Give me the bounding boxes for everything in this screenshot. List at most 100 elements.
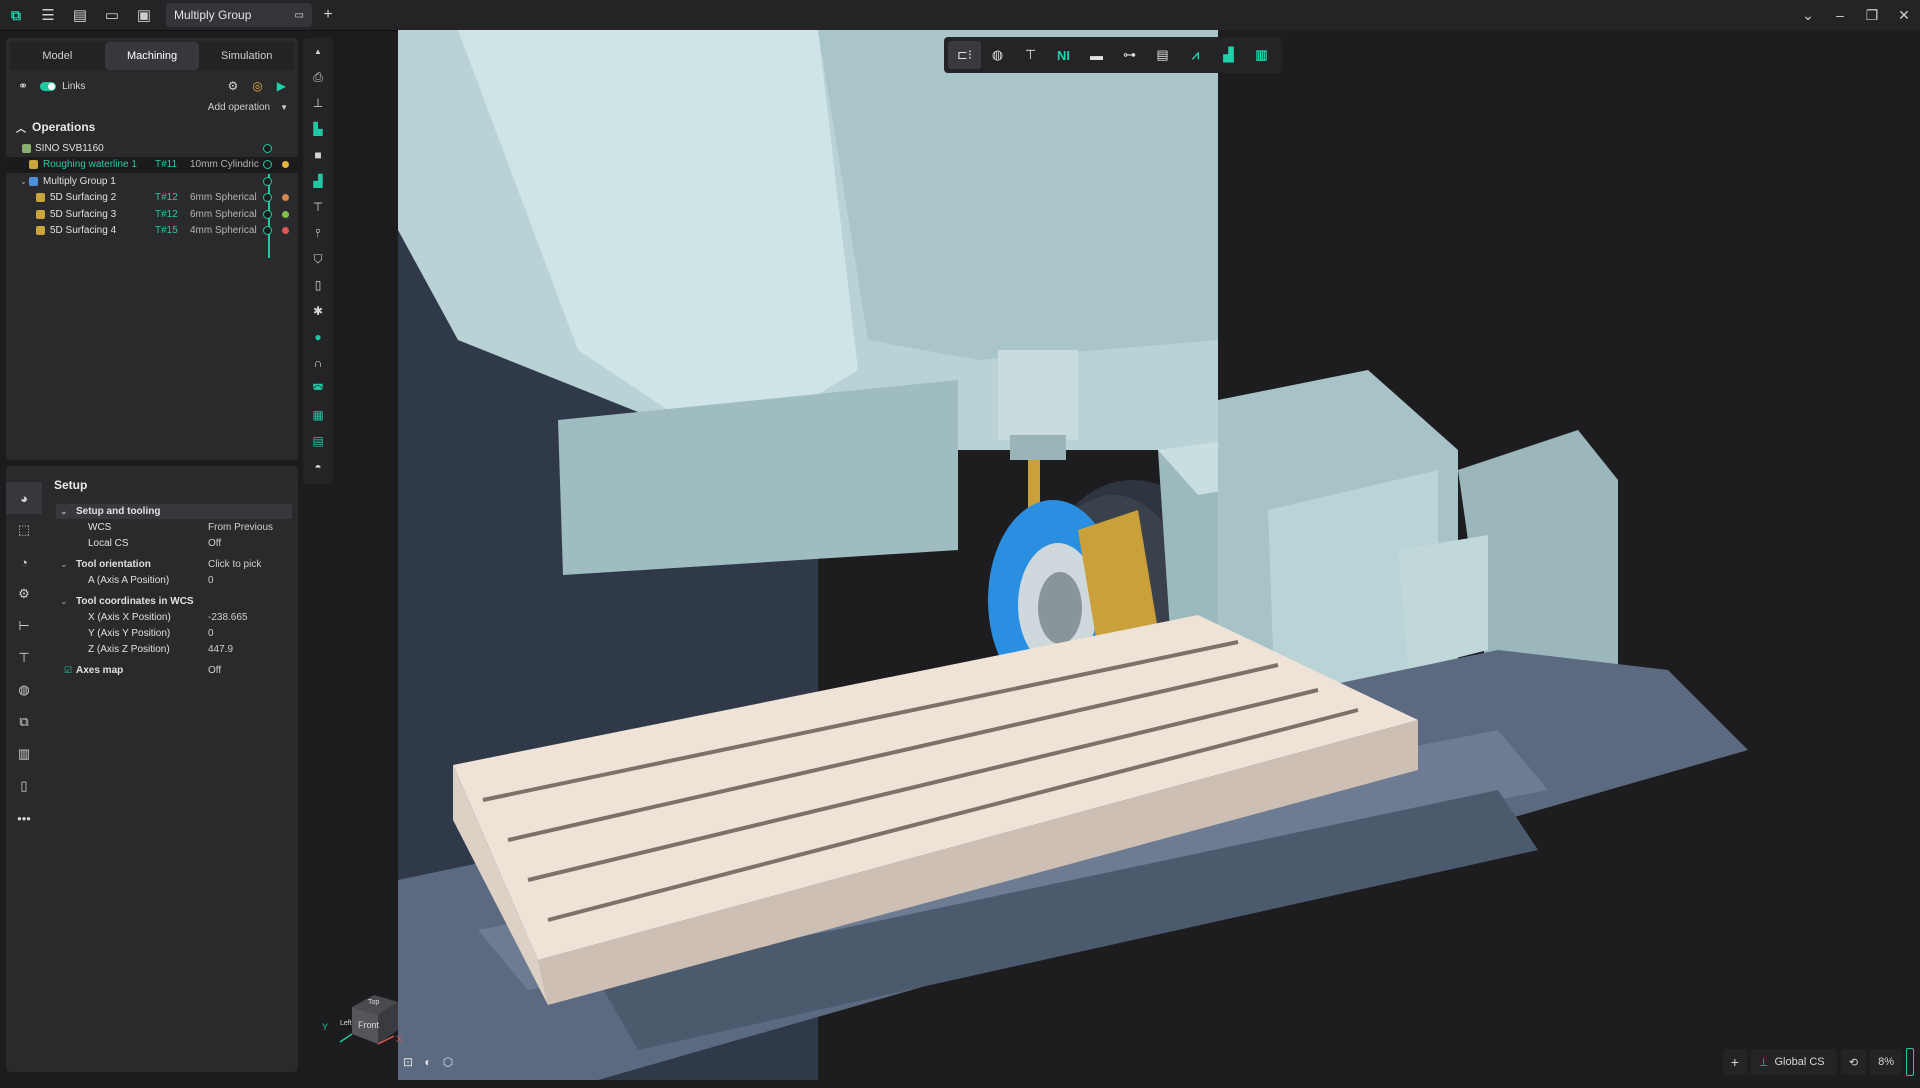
prop-value[interactable]: 0 [208, 575, 214, 586]
stock-icon[interactable]: ▬ [1080, 41, 1113, 69]
chevron-down-icon[interactable]: ⌄ [60, 559, 68, 570]
nc-icon[interactable]: NI [1047, 41, 1080, 69]
new-file-icon[interactable]: ▤ [64, 0, 96, 30]
machine-icon [22, 143, 31, 153]
prop-value[interactable]: 447.9 [208, 644, 233, 655]
3d-viewport[interactable] [398, 30, 1920, 1080]
prop-value[interactable]: Off [208, 665, 221, 676]
shading-icon[interactable]: ◐ [418, 1052, 438, 1072]
mesh-icon[interactable]: ✱ [303, 298, 333, 324]
dropdown-icon[interactable]: ⌄ [1792, 0, 1824, 30]
performance-icon[interactable]: ⟲ [1840, 1049, 1867, 1075]
prop-value[interactable]: -238.665 [208, 612, 247, 623]
calculate-icon[interactable]: ◎ [252, 79, 262, 93]
chevron-down-icon[interactable]: ⌄ [20, 177, 27, 186]
prop-value[interactable]: Off [208, 538, 221, 549]
tree-item-surfacing-2[interactable]: 5D Surfacing 2 T#12 6mm Spherical [6, 190, 298, 207]
holder-icon[interactable]: ⊤ [1014, 41, 1047, 69]
view-cube[interactable]: Top Front Left Y X [322, 992, 412, 1052]
part-icon[interactable]: ▟ [1212, 41, 1245, 69]
add-tab-icon[interactable]: + [312, 0, 344, 30]
operations-header[interactable]: ︿ Operations [6, 116, 298, 138]
chart-icon[interactable]: ▥ [1245, 41, 1278, 69]
axes-icon[interactable]: ⩘ [1179, 41, 1212, 69]
view-icon[interactable]: ◓ [303, 454, 333, 480]
play-icon[interactable]: ▶ [277, 79, 286, 93]
minimize-icon[interactable]: – [1824, 0, 1856, 30]
zoom-fit-icon[interactable]: ⊡ [398, 1052, 418, 1072]
stock-icon[interactable]: ⬚ [6, 514, 42, 546]
add-icon[interactable]: + [1722, 1049, 1747, 1075]
holder-icon[interactable]: ⫯ [303, 220, 333, 246]
machine-icon[interactable]: ⎙ [303, 64, 333, 90]
tree-item-roughing[interactable]: Roughing waterline 1 T#11 10mm Cylindric [6, 156, 298, 173]
gear-icon[interactable]: ⚙ [6, 578, 42, 610]
tool-icon[interactable]: ⊤ [303, 194, 333, 220]
tab-machining[interactable]: Machining [104, 42, 200, 70]
stock-icon[interactable]: ▙ [303, 116, 333, 142]
tree-item-surfacing-4[interactable]: 5D Surfacing 4 T#15 4mm Spherical [6, 223, 298, 240]
chevron-down-icon[interactable]: ⌄ [60, 506, 68, 517]
more-icon[interactable]: ••• [6, 802, 42, 834]
prop-axes-map[interactable]: ☑ Axes map Off [56, 663, 292, 678]
restore-icon[interactable]: ❐ [1856, 0, 1888, 30]
curve-icon[interactable]: ∩ [303, 350, 333, 376]
prop-value[interactable]: From Previous [208, 522, 273, 533]
menu-icon[interactable]: ☰ [32, 0, 64, 30]
point-icon[interactable]: ● [303, 324, 333, 350]
link-icon[interactable]: ⧉ [6, 706, 42, 738]
tool-icon[interactable]: ◍ [981, 41, 1014, 69]
table-icon[interactable]: ▤ [1146, 41, 1179, 69]
coordinate-system-selector[interactable]: ⊥ Global CS [1750, 1049, 1837, 1075]
section-setup-tooling[interactable]: ⌄ Setup and tooling [56, 504, 292, 519]
tab-options-icon[interactable]: ▭ [295, 10, 304, 21]
axis-icon[interactable]: ⊢ [6, 610, 42, 642]
holder-icon[interactable]: ▥ [6, 738, 42, 770]
region-icon[interactable]: ▦ [303, 402, 333, 428]
prop-value[interactable]: 0 [208, 628, 214, 639]
save-icon[interactable]: ▣ [128, 0, 160, 30]
clamp-icon[interactable]: ▯ [6, 770, 42, 802]
add-operation-button[interactable]: Add operation [208, 102, 270, 113]
tree-item-multiply-group[interactable]: ⌄ Multiply Group 1 [6, 173, 298, 190]
setup-icon[interactable]: ◕ [6, 482, 42, 514]
prop-axis-y[interactable]: Y (Axis Y Position) 0 [56, 626, 292, 641]
grid-icon[interactable]: ▤ [303, 428, 333, 454]
prop-tool-orientation[interactable]: ⌄ Tool orientation Click to pick [56, 557, 292, 572]
open-folder-icon[interactable]: ▭ [96, 0, 128, 30]
link-tree-icon[interactable]: ⚭ [18, 79, 28, 93]
prop-axis-x[interactable]: X (Axis X Position) -238.665 [56, 610, 292, 625]
checkbox-icon[interactable]: ☑ [64, 665, 72, 676]
close-icon[interactable]: ✕ [1888, 0, 1920, 30]
tool-path-icon[interactable]: ◔ [6, 546, 42, 578]
prop-value[interactable]: Click to pick [208, 559, 261, 570]
prop-local-cs[interactable]: Local CS Off [56, 536, 292, 551]
chevron-up-icon[interactable]: ︿ [16, 120, 26, 135]
collapse-icon[interactable]: ▲ [303, 38, 333, 64]
document-tab[interactable]: Multiply Group ▭ [166, 3, 312, 27]
tree-item-machine[interactable]: SINO SVB1160 [6, 140, 298, 157]
part-icon[interactable]: ■ [303, 142, 333, 168]
prop-axis-a[interactable]: A (Axis A Position) 0 [56, 573, 292, 588]
fixture-icon[interactable]: ⊶ [1113, 41, 1146, 69]
links-toggle[interactable] [40, 81, 57, 91]
chevron-down-icon[interactable]: ▼ [280, 103, 288, 112]
chevron-down-icon[interactable]: ⌄ [60, 596, 68, 607]
select-toolpath-icon[interactable]: ⊏⁝ [948, 41, 981, 69]
workpiece-icon[interactable]: ▟ [303, 168, 333, 194]
feed-icon[interactable]: ◍ [6, 674, 42, 706]
view-box-icon[interactable]: ⬡ [438, 1052, 458, 1072]
clamp-icon[interactable]: ⛉ [303, 246, 333, 272]
prop-tool-coords[interactable]: ⌄ Tool coordinates in WCS [56, 594, 292, 609]
app-logo-icon[interactable]: ⧉ [0, 0, 32, 30]
tool-icon[interactable]: ⊤ [6, 642, 42, 674]
gear-icon[interactable]: ⚙ [228, 79, 239, 93]
tree-item-surfacing-3[interactable]: 5D Surfacing 3 T#12 6mm Spherical [6, 206, 298, 223]
surface-icon[interactable]: ◚ [303, 376, 333, 402]
tab-model[interactable]: Model [10, 42, 105, 70]
tab-simulation[interactable]: Simulation [199, 42, 294, 70]
fixture-icon[interactable]: ⊥ [303, 90, 333, 116]
prop-axis-z[interactable]: Z (Axis Z Position) 447.9 [56, 642, 292, 657]
prop-wcs[interactable]: WCS From Previous [56, 520, 292, 535]
document-icon[interactable]: ▯ [303, 272, 333, 298]
